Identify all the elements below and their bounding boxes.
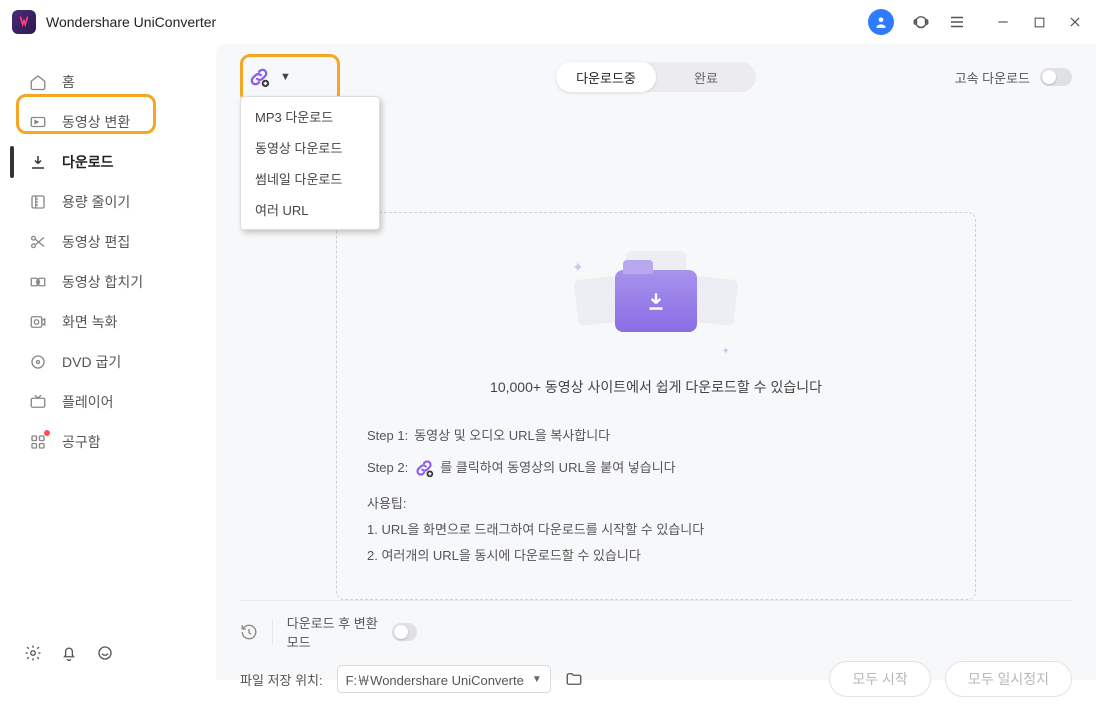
sidebar: 홈 동영상 변환 다운로드 용량 줄이기 동영상 편집 동영상 합치기 화면 녹… xyxy=(0,44,216,680)
fast-download-label: 고속 다운로드 xyxy=(955,68,1030,87)
tip2: 2. 여러개의 URL을 동시에 다운로드할 수 있습니다 xyxy=(367,543,945,569)
sidebar-item-label: DVD 굽기 xyxy=(62,352,121,372)
chevron-down-icon: ▼ xyxy=(532,674,542,685)
tips-label: 사용팁: xyxy=(367,491,945,517)
sidebar-item-compress[interactable]: 용량 줄이기 xyxy=(0,182,216,222)
sidebar-item-toolbox[interactable]: 공구함 xyxy=(0,422,216,462)
content-area: ▼ MP3 다운로드 동영상 다운로드 썸네일 다운로드 여러 URL 고속 다… xyxy=(216,44,1096,680)
step1-label: Step 1: xyxy=(367,423,408,449)
scissors-icon xyxy=(28,232,48,252)
minimize-button[interactable] xyxy=(994,13,1012,31)
tv-icon xyxy=(28,392,48,412)
disc-icon xyxy=(28,352,48,372)
notification-dot xyxy=(44,430,50,436)
download-icon xyxy=(28,152,48,172)
chevron-down-icon: ▼ xyxy=(280,71,291,83)
sidebar-item-edit[interactable]: 동영상 편집 xyxy=(0,222,216,262)
sidebar-item-label: 용량 줄이기 xyxy=(62,192,130,212)
link-plus-icon xyxy=(414,458,434,478)
save-path-value: F:￦Wondershare UniConverte xyxy=(346,670,524,689)
app-logo xyxy=(12,10,36,34)
sidebar-item-merge[interactable]: 동영상 합치기 xyxy=(0,262,216,302)
sidebar-item-label: 화면 녹화 xyxy=(62,312,117,332)
download-arrow-icon xyxy=(643,288,669,314)
save-path-combo[interactable]: F:￦Wondershare UniConverte ▼ xyxy=(337,665,551,693)
hero-text: 10,000+ 동영상 사이트에서 쉽게 다운로드할 수 있습니다 xyxy=(490,377,822,397)
sidebar-item-convert[interactable]: 동영상 변환 xyxy=(0,102,216,142)
tip1: 1. URL을 화면으로 드래그하여 다운로드를 시작할 수 있습니다 xyxy=(367,517,945,543)
save-path-label: 파일 저장 위치: xyxy=(240,670,323,689)
home-icon xyxy=(28,72,48,92)
convert-icon xyxy=(28,112,48,132)
tab-segment: 다운로드중 완료 xyxy=(556,62,756,92)
toolbox-icon xyxy=(28,432,48,452)
open-folder-button[interactable] xyxy=(565,670,583,688)
sidebar-item-label: 동영상 합치기 xyxy=(62,272,143,292)
step1-text: 동영상 및 오디오 URL을 복사합니다 xyxy=(414,423,610,449)
close-button[interactable] xyxy=(1066,13,1084,31)
tab-done[interactable]: 완료 xyxy=(656,62,756,92)
dropdown-item-multi-url[interactable]: 여러 URL xyxy=(241,194,379,225)
download-type-dropdown: MP3 다운로드 동영상 다운로드 썸네일 다운로드 여러 URL xyxy=(240,96,380,230)
sidebar-item-dvd[interactable]: DVD 굽기 xyxy=(0,342,216,382)
settings-icon[interactable] xyxy=(24,644,42,662)
separator xyxy=(272,620,273,644)
menu-icon[interactable] xyxy=(948,13,966,31)
start-all-button[interactable]: 모두 시작 xyxy=(829,661,930,697)
dropdown-item-video[interactable]: 동영상 다운로드 xyxy=(241,132,379,163)
account-avatar[interactable] xyxy=(868,9,894,35)
sidebar-item-label: 동영상 편집 xyxy=(62,232,130,252)
record-icon xyxy=(28,312,48,332)
fast-download-toggle[interactable] xyxy=(1040,68,1072,86)
pause-all-button[interactable]: 모두 일시정지 xyxy=(945,661,1072,697)
maximize-button[interactable] xyxy=(1030,13,1048,31)
app-title: Wondershare UniConverter xyxy=(46,14,216,30)
sidebar-item-home[interactable]: 홈 xyxy=(0,62,216,102)
download-link-button[interactable]: ▼ xyxy=(240,62,299,92)
hero-illustration: ✦ ✦ xyxy=(576,241,736,361)
sidebar-item-label: 동영상 변환 xyxy=(62,112,130,132)
dropdown-item-thumbnail[interactable]: 썸네일 다운로드 xyxy=(241,163,379,194)
sidebar-item-label: 플레이어 xyxy=(62,392,114,412)
sidebar-item-label: 홈 xyxy=(62,72,75,92)
history-icon[interactable] xyxy=(240,623,258,641)
tab-downloading[interactable]: 다운로드중 xyxy=(556,62,656,92)
step2-label: Step 2: xyxy=(367,455,408,481)
sidebar-item-record[interactable]: 화면 녹화 xyxy=(0,302,216,342)
bell-icon[interactable] xyxy=(60,644,78,662)
sidebar-item-player[interactable]: 플레이어 xyxy=(0,382,216,422)
feedback-icon[interactable] xyxy=(96,644,114,662)
support-icon[interactable] xyxy=(912,13,930,31)
dropdown-item-mp3[interactable]: MP3 다운로드 xyxy=(241,101,379,132)
sidebar-item-download[interactable]: 다운로드 xyxy=(0,142,216,182)
step2-text: 를 클릭하여 동영상의 URL을 붙여 넣습니다 xyxy=(440,455,675,481)
convert-mode-label: 다운로드 후 변환 모드 xyxy=(287,613,378,651)
sidebar-item-label: 공구함 xyxy=(62,432,101,452)
link-plus-icon xyxy=(248,66,270,88)
compress-icon xyxy=(28,192,48,212)
convert-mode-toggle[interactable] xyxy=(392,623,417,641)
drop-zone[interactable]: ✦ ✦ 10,000+ 동영상 사이트에서 쉽게 다운로드할 수 있습니다 St… xyxy=(336,212,976,600)
sidebar-item-label: 다운로드 xyxy=(62,152,114,172)
merge-icon xyxy=(28,272,48,292)
